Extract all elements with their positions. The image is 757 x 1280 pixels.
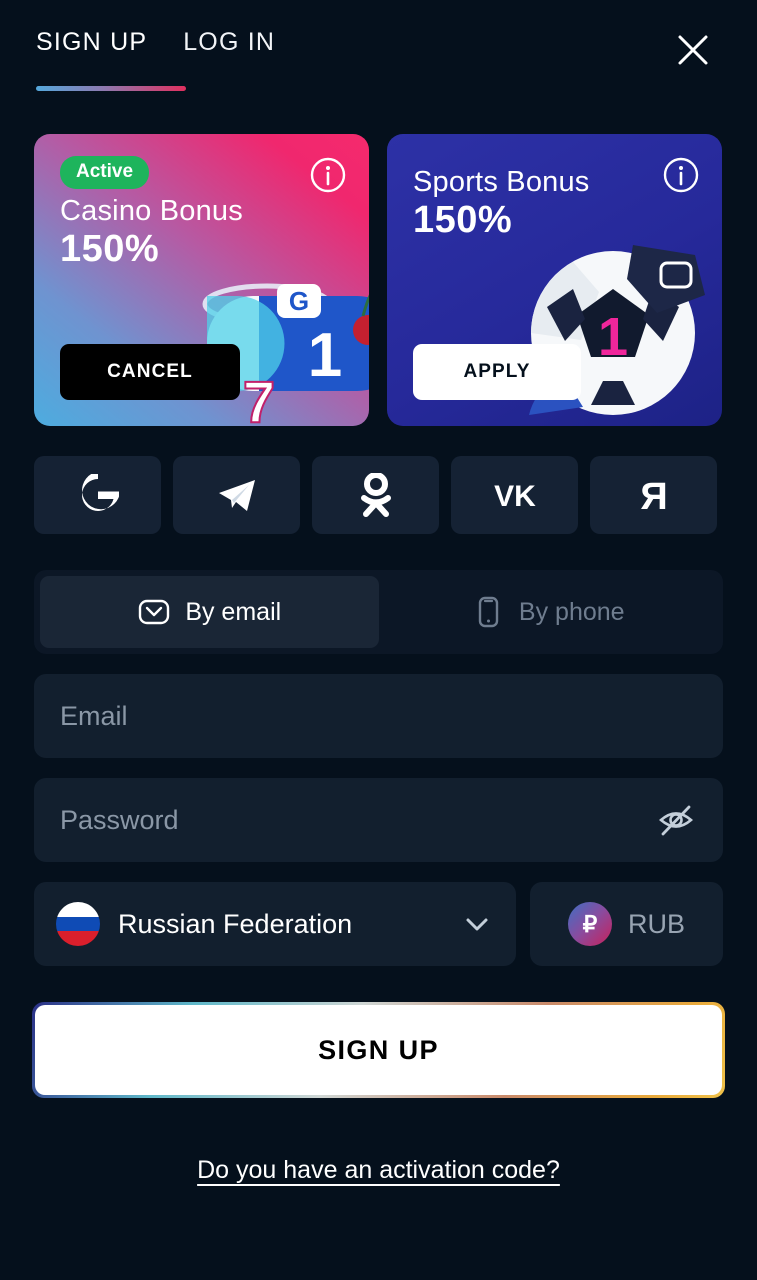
bonus-title: Casino Bonus (60, 195, 243, 227)
svg-text:G: G (289, 286, 309, 316)
auth-tabs: SIGN UP LOG IN (36, 28, 275, 63)
russia-flag-icon (56, 902, 100, 946)
eye-off-icon (659, 805, 693, 836)
social-login-odnoklassniki[interactable] (312, 456, 439, 534)
vk-icon: VK (494, 480, 536, 512)
social-login-vk[interactable]: VK (451, 456, 578, 534)
telegram-icon (218, 480, 255, 511)
bonus-apply-button[interactable]: APPLY (413, 344, 581, 400)
activation-code-link[interactable]: Do you have an activation code? (197, 1156, 560, 1184)
currency-selector[interactable]: ₽ RUB (530, 882, 723, 966)
bonus-card-sports[interactable]: 1 Sports Bonus 150% APPLY (387, 134, 722, 426)
bonus-status-badge: Active (60, 156, 150, 189)
info-icon (310, 157, 346, 193)
email-field[interactable]: Email (34, 674, 723, 758)
bonus-card-casino[interactable]: G 1 7 Active Casino Bonus 150% CANCEL (34, 134, 369, 426)
ruble-icon: ₽ (567, 902, 612, 946)
password-field[interactable]: Password (34, 778, 723, 862)
active-tab-underline (36, 86, 186, 91)
toggle-by-phone-label: By phone (518, 597, 625, 626)
close-button[interactable] (671, 28, 715, 72)
svg-text:Я: Я (640, 476, 667, 517)
svg-text:7: 7 (243, 370, 275, 426)
tab-sign-up[interactable]: SIGN UP (36, 28, 147, 63)
social-login-google[interactable] (34, 456, 161, 534)
social-login-telegram[interactable] (173, 456, 300, 534)
toggle-by-email[interactable]: By email (40, 576, 379, 648)
activation-code-row: Do you have an activation code? (0, 1156, 757, 1185)
auth-method-toggle: By email By phone (34, 570, 723, 654)
social-login-row: VK Я (0, 456, 757, 534)
password-placeholder: Password (60, 804, 179, 835)
envelope-icon (139, 599, 170, 625)
social-login-yandex[interactable]: Я (590, 456, 717, 534)
info-button-casino[interactable] (309, 156, 347, 194)
header: SIGN UP LOG IN (0, 0, 757, 96)
svg-text:1: 1 (598, 307, 628, 367)
yandex-icon: Я (640, 476, 667, 517)
odnoklassniki-icon (360, 473, 391, 517)
info-button-sports[interactable] (662, 156, 700, 194)
phone-icon (478, 596, 499, 628)
country-name: Russian Federation (118, 908, 353, 939)
info-icon (663, 157, 699, 193)
password-visibility-toggle[interactable] (655, 799, 697, 841)
close-icon (678, 35, 708, 65)
chevron-down-icon (466, 918, 488, 931)
bonus-percent: 150% (413, 199, 513, 242)
bonus-cancel-button[interactable]: CANCEL (60, 344, 240, 400)
email-placeholder: Email (60, 700, 128, 731)
country-selector[interactable]: Russian Federation (34, 882, 516, 966)
svg-text:VK: VK (494, 480, 536, 512)
svg-text:1: 1 (308, 321, 342, 390)
currency-code: RUB (627, 908, 685, 939)
toggle-by-phone[interactable]: By phone (379, 576, 718, 648)
sign-up-button[interactable]: SIGN UP (35, 1005, 722, 1095)
bonus-percent: 150% (60, 228, 160, 271)
google-icon (81, 474, 119, 511)
tab-log-in[interactable]: LOG IN (183, 28, 275, 63)
signup-screen: SIGN UP LOG IN G 1 7 Active Casino Bonus… (0, 0, 757, 1280)
toggle-by-email-label: By email (185, 597, 282, 626)
sign-up-button-border: SIGN UP (32, 1002, 725, 1098)
location-currency-row: Russian Federation ₽ RUB (0, 882, 757, 966)
bonus-cards: G 1 7 Active Casino Bonus 150% CANCEL 1 … (0, 134, 757, 426)
